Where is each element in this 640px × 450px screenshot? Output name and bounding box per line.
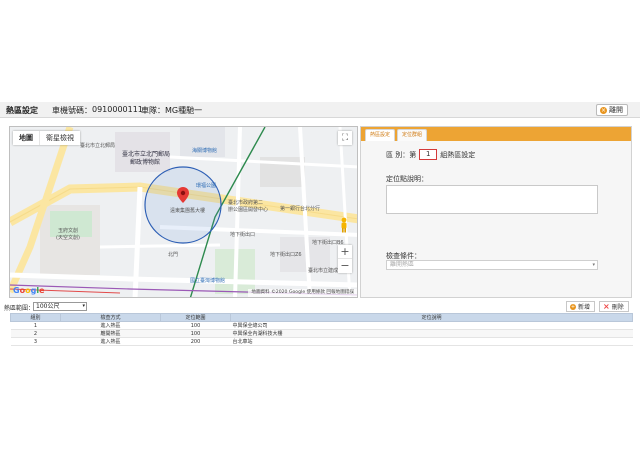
map-type-satellite-button[interactable]: 衛星檢視 xyxy=(40,131,80,145)
description-textarea[interactable] xyxy=(386,185,598,214)
tab-hotzone-settings[interactable]: 熱區設定 xyxy=(365,129,396,141)
zoom-out-button[interactable]: − xyxy=(338,259,352,273)
map-type-map-button[interactable]: 地圖 xyxy=(13,131,40,145)
leave-button-label: 離開 xyxy=(609,106,623,114)
chevron-down-icon: ▾ xyxy=(82,303,85,309)
map-label-bldg2: (天空文創) xyxy=(56,235,80,241)
table-row[interactable]: 1 進入熱區 100 中興保全總公司 xyxy=(10,321,633,330)
panel-tab-bar: 熱區設定 定位群組 xyxy=(361,127,631,141)
hotzone-table: 組別 檢查方式 定位範圍 定位說明 1 進入熱區 100 中興保全總公司 2 離… xyxy=(10,313,633,346)
map-attribution[interactable]: 地圖資料 ©2020 Google 使用條款 回報地圖錯誤 xyxy=(248,289,357,297)
map-label-beimen: 北門 xyxy=(168,252,179,258)
cell-check: 進入熱區 xyxy=(60,337,161,346)
hotzone-window: 熱區設定 車機號碼： 0910000111 車隊： MG種馳一 × 離開 臺北市… xyxy=(0,92,640,354)
zoom-control: + − xyxy=(338,245,352,273)
column-header-check[interactable]: 檢查方式 xyxy=(60,313,161,322)
column-header-group[interactable]: 組別 xyxy=(10,313,61,322)
delete-button[interactable]: × 刪除 xyxy=(599,301,629,312)
map-label-marker: 遠東集團舊大樓 xyxy=(170,208,206,214)
chevron-down-icon: ▾ xyxy=(592,262,595,268)
cell-range: 100 xyxy=(160,329,231,338)
close-circle-icon: × xyxy=(600,106,607,114)
column-header-desc[interactable]: 定位說明 xyxy=(230,313,633,322)
tab-location-group[interactable]: 定位群組 xyxy=(397,129,428,141)
map-label-north-station: 臺北市立北郵局 xyxy=(80,143,116,149)
map-label-bank: 第一銀行台北分行 xyxy=(280,206,321,212)
map-label-underground1: 地下街出口 xyxy=(230,232,256,238)
column-header-range[interactable]: 定位範圍 xyxy=(160,313,231,322)
plus-icon: + xyxy=(570,303,576,310)
location-pin-icon[interactable] xyxy=(177,187,189,203)
add-button[interactable]: + 新增 xyxy=(566,301,596,312)
settings-panel: 熱區設定 定位群組 區 別：第 1 組熱區設定 定位點說明： 檢查條件： 離開熱… xyxy=(360,126,632,298)
map-label-underground2: 地下街出口Z6 xyxy=(270,252,302,258)
table-row[interactable]: 3 進入熱區 200 台北車站 xyxy=(10,337,633,346)
map-view[interactable]: 臺北市立北門郵局 郵政博物館 海關博物館 環福公園 遠東集團舊大樓 臺北市政府第… xyxy=(9,126,358,298)
table-header-row: 組別 檢查方式 定位範圍 定位說明 xyxy=(10,313,633,322)
cell-group: 3 xyxy=(10,337,61,346)
description-label: 定位點說明： xyxy=(386,175,428,183)
page-header: 熱區設定 車機號碼： 0910000111 車隊： MG種馳一 × 離開 xyxy=(0,102,640,118)
map-label-park: 環福公園 xyxy=(196,183,217,189)
cell-range: 100 xyxy=(160,321,231,330)
device-label: 車機號碼： xyxy=(52,106,92,115)
range-label: 熱區範圍： xyxy=(4,305,35,312)
device-number: 0910000111 xyxy=(92,105,143,114)
cell-desc: 台北車站 xyxy=(230,337,633,346)
range-value: 100公尺 xyxy=(36,303,60,310)
close-icon: × xyxy=(603,301,610,311)
pegman-icon[interactable] xyxy=(340,217,348,233)
cell-group: 2 xyxy=(10,329,61,338)
map-label-mrt2: 辦公園區開發中心 xyxy=(228,207,269,213)
delete-button-label: 刪除 xyxy=(611,304,624,311)
map-label-haiba: 海關博物館 xyxy=(192,148,218,154)
zone-suffix: 組熱區設定 xyxy=(440,150,476,159)
map-type-switch: 地圖 衛星檢視 xyxy=(13,131,80,145)
map-label-mrt: 臺北市政府第二 xyxy=(228,200,264,206)
cell-check: 離開熱區 xyxy=(60,329,161,338)
cell-desc: 中興保全總公司 xyxy=(230,321,633,330)
cell-desc: 中興保全內湖科技大樓 xyxy=(230,329,633,338)
map-label-museum2: 郵政博物館 xyxy=(130,159,161,166)
toolbar: 熱區範圍： 100公尺 ▾ + 新增 × 刪除 xyxy=(0,300,640,313)
page-title: 熱區設定 xyxy=(6,106,38,115)
add-button-label: 新增 xyxy=(578,304,591,311)
cell-check: 進入熱區 xyxy=(60,321,161,330)
map-label-bldg: 玉府文創 xyxy=(58,228,79,234)
zone-number-field[interactable]: 1 xyxy=(419,149,438,160)
cell-range: 200 xyxy=(160,337,231,346)
leave-button[interactable]: × 離開 xyxy=(596,104,628,116)
cell-group: 1 xyxy=(10,321,61,330)
condition-select[interactable]: 離開熱區 ▾ xyxy=(386,260,598,270)
team-label: 車隊： xyxy=(141,106,165,115)
team-name: MG種馳一 xyxy=(165,106,203,115)
table-row[interactable]: 2 離開熱區 100 中興保全內湖科技大樓 xyxy=(10,329,633,338)
zoom-in-button[interactable]: + xyxy=(338,245,352,259)
condition-value: 離開熱區 xyxy=(390,261,415,268)
google-logo: Google xyxy=(13,286,45,295)
map-label-taipei-museum: 國立臺灣博物館 xyxy=(190,278,226,284)
zone-label: 區 別：第 xyxy=(386,150,417,159)
zone-row: 區 別：第 1 組熱區設定 xyxy=(386,149,475,160)
range-select[interactable]: 100公尺 ▾ xyxy=(33,302,87,311)
fullscreen-icon[interactable]: ⛶ xyxy=(338,131,352,145)
